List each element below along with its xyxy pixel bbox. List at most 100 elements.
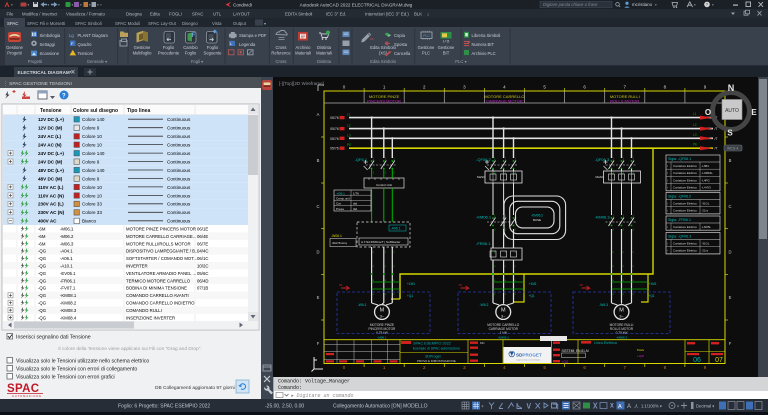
svg-text:▾: ▾ [48, 3, 50, 7]
svg-text:Comando:: Comando: [278, 385, 302, 391]
svg-text:07: 07 [715, 357, 723, 364]
svg-text:Distinta: Distinta [317, 59, 332, 64]
svg-text:Seguente: Seguente [204, 51, 223, 56]
svg-text:▾: ▾ [28, 3, 30, 7]
svg-text:SDProget: SDProget [425, 355, 441, 359]
svg-text:Control Unit: Control Unit [376, 183, 392, 187]
svg-text:Continuous: Continuous [167, 185, 191, 190]
svg-text:Visualizza solo le Tensioni ut: Visualizza solo le Tensioni utilizzate n… [16, 359, 149, 365]
svg-text:-QG: -QG [38, 264, 47, 269]
svg-text:Progetti: Progetti [7, 51, 22, 56]
svg-text:E: E [317, 295, 320, 300]
svg-text:-KM08.4: -KM08.4 [60, 315, 77, 320]
svg-text:F: F [317, 341, 320, 346]
svg-text:Colore 33: Colore 33 [82, 210, 102, 215]
svg-text:Contattore Elettrico: Contattore Elettrico [673, 164, 697, 168]
svg-text:24V DC (M): 24V DC (M) [38, 159, 63, 164]
svg-text:Continuous: Continuous [167, 159, 191, 164]
svg-text:+Q1: +Q1 [529, 294, 535, 298]
svg-text:COMANDO RULLI: COMANDO RULLI [126, 308, 162, 313]
svg-text:TERMICO MOTORE CARRELLO: TERMICO MOTORE CARRELLO [126, 278, 191, 283]
svg-text:Tensioni: Tensioni [78, 51, 93, 56]
svg-text:Colore 140: Colore 140 [82, 151, 105, 156]
svg-text:05: 05 [459, 283, 463, 287]
svg-text:MaSC: MaSC [596, 175, 605, 179]
svg-text:Foglio: 6 Progetto: SPAC E: Foglio: 6 Progetto: SPAC ESEMPIO 2022 [118, 404, 210, 410]
svg-text:-A10.1: -A10.1 [60, 264, 73, 269]
svg-text:05/6C: 05/6C [197, 271, 208, 276]
svg-text:-QG: -QG [38, 271, 47, 276]
svg-text:230V AC (N): 230V AC (N) [38, 210, 65, 215]
svg-text:Contattore Elettrico: Contattore Elettrico [673, 178, 697, 182]
svg-text:Vista: Vista [212, 21, 222, 26]
svg-text:-KM06.1: -KM06.1 [498, 336, 510, 340]
svg-text:Edita Simbolo: Edita Simbolo [370, 45, 397, 50]
svg-text:Gestione: Gestione [134, 45, 151, 50]
svg-text:engineering and software: engineering and software [516, 359, 541, 362]
svg-text:Esempio di SPAC automazione: Esempio di SPAC automazione [413, 347, 460, 351]
svg-text:▾: ▾ [11, 3, 13, 7]
svg-text:DB Collegamenti aggiornato 97: DB Collegamenti aggiornato 97 giorni fa [155, 385, 240, 391]
svg-text:05/76: 05/76 [330, 116, 339, 120]
svg-text:▾: ▾ [264, 21, 266, 26]
svg-text:SISTEMI: EN.81-M: SISTEMI: EN.81-M [562, 349, 589, 353]
svg-text:SPAC ESEMPIO 2022: SPAC ESEMPIO 2022 [413, 342, 451, 346]
svg-text:-W6.1: -W6.1 [358, 303, 367, 307]
svg-text:-25.00, 2.50, 0.00: -25.00, 2.50, 0.00 [265, 404, 304, 410]
svg-text:SPAC: SPAC [7, 21, 18, 26]
svg-text:24V AC (N): 24V AC (N) [38, 143, 62, 148]
svg-text:-21/a: -21/a [702, 209, 709, 213]
svg-text:-A04.1: -A04.1 [60, 249, 73, 254]
svg-text:ELECTRICAL DIAGRAM*: ELECTRICAL DIAGRAM* [18, 70, 72, 75]
svg-text:-QG: -QG [38, 308, 47, 313]
svg-text:I / O: I / O [443, 40, 450, 44]
svg-text:人: 人 [634, 404, 639, 409]
svg-text:▾ ≡: ▾ ≡ [97, 3, 102, 7]
svg-text:3~: 3~ [619, 314, 624, 319]
svg-text:Continuous: Continuous [167, 151, 191, 156]
svg-text:-KM06.1: -KM06.1 [476, 215, 492, 220]
svg-text:-QG: -QG [38, 278, 47, 283]
svg-text:F: F [729, 341, 732, 346]
svg-text:-KM08.3: -KM08.3 [60, 308, 77, 313]
svg-text:Distinta: Distinta [317, 45, 332, 50]
svg-text:PE: PE [347, 143, 351, 147]
svg-text:Lg: Lg [69, 33, 74, 38]
svg-text:Edita: Edita [150, 12, 160, 17]
svg-text:-L4P/2: -L4P/2 [702, 178, 711, 182]
svg-text:INSERZIONE INVERTER: INSERZIONE INVERTER [126, 315, 175, 320]
svg-text:Archivio: Archivio [296, 45, 312, 50]
svg-text:-31GL: -31GL [702, 202, 710, 206]
svg-text:Contattore Elettrico: Contattore Elettrico [673, 209, 697, 213]
svg-text:Contattore Elettrico: Contattore Elettrico [673, 242, 697, 246]
svg-text:AUTOMAZIONE: AUTOMAZIONE [12, 394, 42, 398]
svg-text:Archivio PLC: Archivio PLC [472, 51, 496, 56]
svg-text:06/4E: 06/4E [197, 234, 208, 239]
svg-text:-6M: -6M [38, 241, 46, 246]
svg-text:Colore 140: Colore 140 [82, 117, 105, 122]
svg-text:BIT: BIT [443, 51, 450, 56]
svg-text:PLC: PLC [422, 51, 430, 56]
svg-text:SPAC Simboli: SPAC Simboli [75, 21, 102, 26]
svg-text:▾: ▾ [694, 3, 696, 7]
svg-text:-QG: -QG [38, 256, 47, 261]
svg-text:MOTORE CARRELLO CARRIAGE...: MOTORE CARRELLO CARRIAGE... [126, 234, 196, 239]
svg-text:ROLLS MOTOR: ROLLS MOTOR [610, 99, 639, 104]
svg-text:BLK: BLK [414, 12, 422, 17]
svg-text:Linea Elettrica: Linea Elettrica [594, 341, 617, 345]
svg-text:Continuous: Continuous [167, 168, 191, 173]
svg-text:Continuous: Continuous [167, 134, 191, 139]
svg-text:-LM05L: -LM05L [702, 225, 712, 229]
svg-text:/7: /7 [715, 137, 718, 141]
svg-text:S: S [727, 129, 733, 138]
svg-text:PROVA E DIMOSTRAZIONE: PROVA E DIMOSTRAZIONE [417, 359, 456, 363]
svg-text:05: 05 [580, 283, 584, 287]
svg-text:BASE: BASE [533, 218, 541, 222]
svg-text:12V DC (M): 12V DC (M) [38, 126, 63, 131]
svg-text:Sigla: -QF06.1: Sigla: -QF06.1 [668, 157, 691, 161]
svg-text:-A06.1: -A06.1 [60, 256, 73, 261]
svg-text:tbd: tbd [353, 207, 358, 211]
svg-text:C: C [316, 204, 319, 209]
svg-text:L1: L1 [347, 113, 351, 117]
svg-text:Colore 33: Colore 33 [82, 202, 102, 207]
